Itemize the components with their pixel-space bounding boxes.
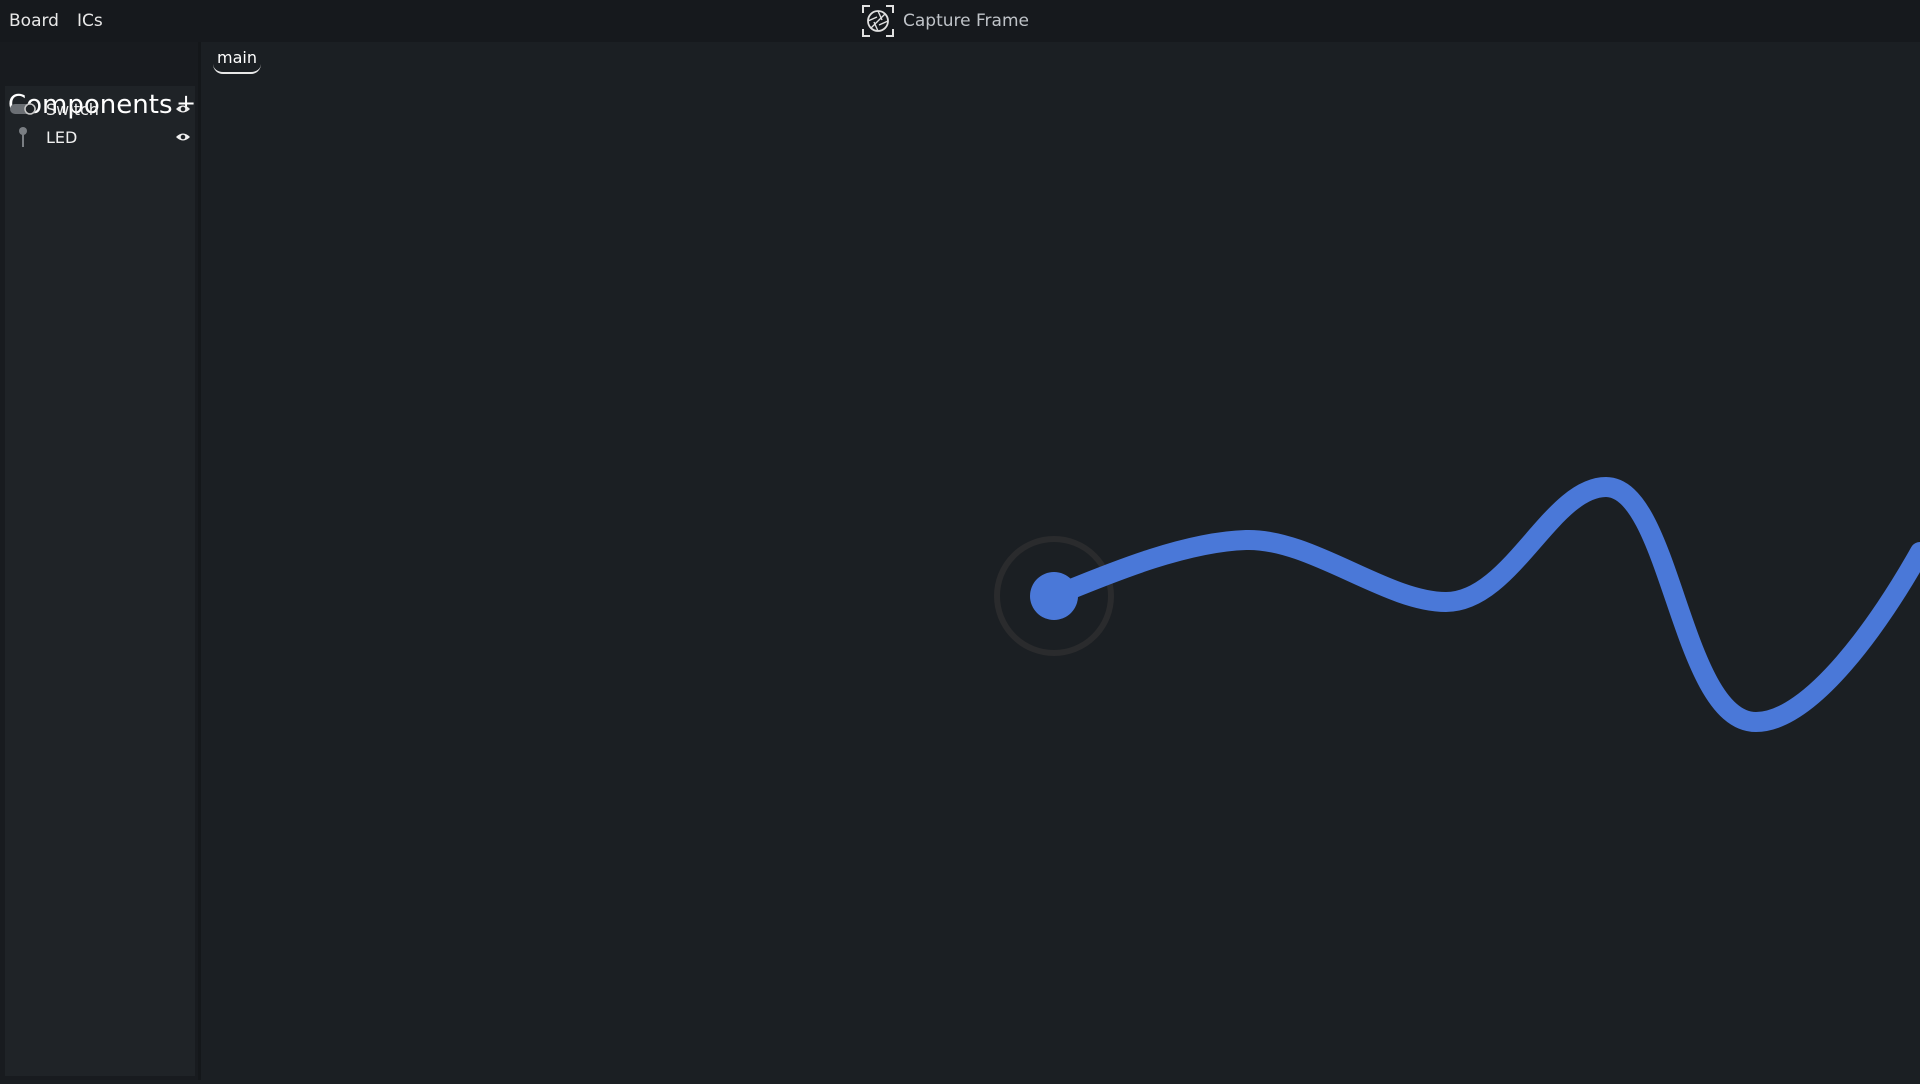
top-bar: Board ICs Capture Frame bbox=[0, 0, 1920, 42]
led-icon bbox=[8, 126, 38, 148]
canvas-svg bbox=[994, 476, 1920, 733]
menu-ics[interactable]: ICs bbox=[68, 11, 112, 31]
camera-aperture-icon bbox=[862, 5, 894, 37]
capture-frame-button[interactable]: Capture Frame bbox=[861, 3, 1029, 39]
component-item-led[interactable]: LED bbox=[8, 124, 192, 150]
components-list-panel bbox=[5, 86, 195, 1076]
component-label: Switch bbox=[46, 99, 99, 119]
switch-icon bbox=[8, 98, 38, 120]
tab-main[interactable]: main bbox=[213, 44, 261, 74]
components-sidebar: Components + Switch LED bbox=[0, 42, 198, 1080]
component-label: LED bbox=[46, 127, 78, 147]
menu-board[interactable]: Board bbox=[0, 11, 68, 31]
wire[interactable] bbox=[1044, 476, 1920, 733]
component-item-switch[interactable]: Switch bbox=[8, 96, 192, 122]
capture-frame-label: Capture Frame bbox=[903, 11, 1029, 31]
eye-icon[interactable] bbox=[174, 128, 192, 146]
eye-icon[interactable] bbox=[174, 100, 192, 118]
board-canvas[interactable] bbox=[201, 42, 1920, 1080]
menu-bar: Board ICs bbox=[0, 0, 112, 42]
wire-endpoint-node[interactable] bbox=[1030, 572, 1078, 620]
